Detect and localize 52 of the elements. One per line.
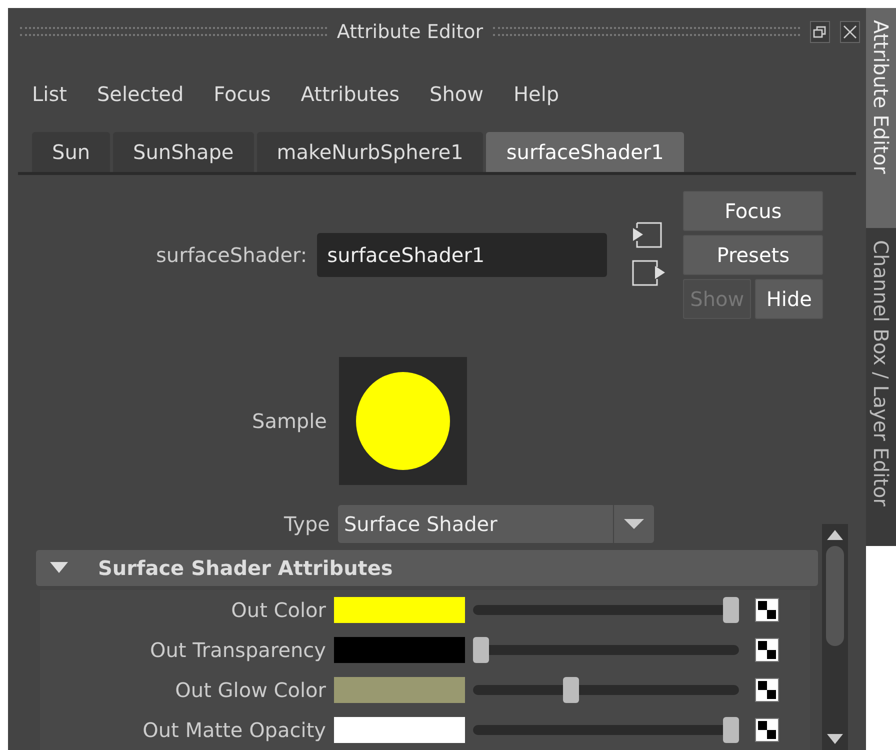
- menu-item[interactable]: Attributes: [300, 82, 400, 106]
- color-swatch[interactable]: [334, 677, 465, 703]
- checker-icon[interactable]: [755, 598, 779, 622]
- slider[interactable]: [473, 637, 739, 663]
- close-icon[interactable]: [840, 20, 860, 42]
- side-tab[interactable]: Channel Box / Layer Editor: [866, 228, 896, 546]
- attribute-label: Out Matte Opacity: [142, 718, 327, 742]
- color-swatch[interactable]: [334, 717, 465, 743]
- float-window-icon[interactable]: [810, 20, 830, 42]
- checker-icon[interactable]: [755, 638, 779, 662]
- caret-icon: [624, 519, 644, 529]
- menu-item[interactable]: Focus: [214, 82, 271, 106]
- tab[interactable]: surfaceShader1: [486, 132, 684, 172]
- menu-item[interactable]: Selected: [96, 82, 184, 106]
- scrollbar[interactable]: [822, 524, 848, 750]
- side-tab[interactable]: Attribute Editor: [866, 8, 896, 228]
- menu-item[interactable]: Show: [430, 82, 484, 106]
- attribute-label: Out Glow Color: [174, 678, 327, 702]
- menu-item[interactable]: Help: [514, 82, 560, 106]
- drag-handle[interactable]: [20, 27, 327, 36]
- output-connection-icon[interactable]: [631, 259, 668, 287]
- color-swatch[interactable]: [334, 637, 465, 663]
- tab[interactable]: makeNurbSphere1: [256, 132, 484, 172]
- menu-item[interactable]: List: [32, 82, 67, 106]
- node-name-field[interactable]: surfaceShader1: [317, 233, 608, 277]
- slider-thumb[interactable]: [723, 717, 739, 743]
- window-title: Attribute Editor: [336, 20, 484, 42]
- type-label: Type: [284, 512, 330, 536]
- editor-button[interactable]: Focus: [683, 191, 824, 231]
- scroll-down-icon[interactable]: [827, 734, 843, 744]
- checker-icon[interactable]: [755, 678, 779, 702]
- section-header[interactable]: Surface Shader Attributes: [36, 550, 818, 586]
- slider-thumb[interactable]: [473, 637, 489, 663]
- slider[interactable]: [473, 717, 739, 743]
- attribute-label: Out Transparency: [148, 638, 327, 662]
- checker-icon[interactable]: [755, 718, 779, 742]
- node-label: surfaceShader:: [156, 243, 308, 267]
- tab[interactable]: Sun: [32, 132, 110, 172]
- sample-label: Sample: [252, 409, 327, 433]
- attribute-label: Out Color: [230, 598, 327, 622]
- section-title: Surface Shader Attributes: [98, 556, 393, 580]
- tab[interactable]: SunShape: [113, 132, 254, 172]
- color-swatch[interactable]: [334, 597, 465, 623]
- editor-button[interactable]: Hide: [755, 279, 824, 319]
- editor-button[interactable]: Presets: [683, 235, 824, 275]
- slider[interactable]: [473, 677, 739, 703]
- scroll-up-icon[interactable]: [827, 530, 843, 540]
- type-dropdown[interactable]: Surface Shader: [338, 505, 654, 543]
- drag-handle[interactable]: [493, 27, 800, 36]
- slider-thumb[interactable]: [723, 597, 739, 623]
- slider[interactable]: [473, 597, 739, 623]
- slider-thumb[interactable]: [563, 677, 579, 703]
